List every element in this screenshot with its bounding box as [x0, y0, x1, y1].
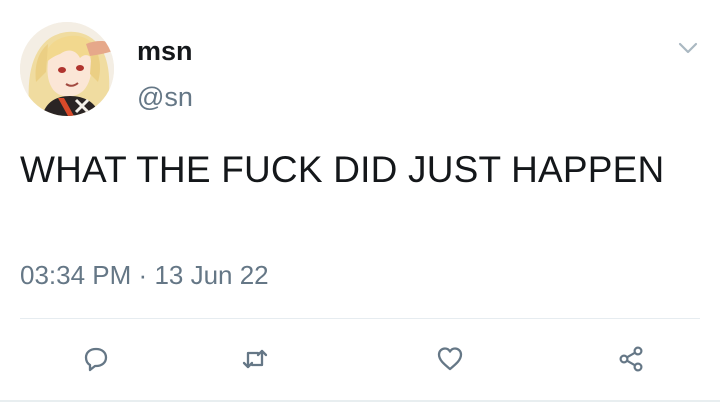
meta-separator: · — [138, 260, 148, 290]
chevron-down-icon[interactable] — [674, 34, 702, 62]
reply-icon — [81, 344, 111, 374]
like-button[interactable] — [427, 336, 473, 382]
tweet-actions-bar — [0, 336, 720, 382]
heart-icon — [435, 344, 465, 374]
share-button[interactable] — [608, 336, 654, 382]
bottom-divider — [0, 400, 720, 402]
tweet-card: msn @sn WHAT THE FUCK DID JUST HAPPEN 03… — [0, 0, 720, 412]
avatar-image — [20, 22, 114, 116]
share-icon — [616, 344, 646, 374]
tweet-time: 03:34 PM — [20, 260, 132, 290]
tweet-text: WHAT THE FUCK DID JUST HAPPEN — [20, 149, 665, 190]
tweet-timestamp[interactable]: 03:34 PM · 13 Jun 22 — [20, 260, 269, 290]
tweet-date: 13 Jun 22 — [154, 260, 269, 290]
retweet-icon — [240, 344, 270, 374]
divider — [20, 318, 700, 319]
avatar[interactable] — [20, 22, 114, 116]
user-handle[interactable]: @sn — [137, 82, 193, 112]
reply-button[interactable] — [73, 336, 119, 382]
display-name[interactable]: msn — [137, 36, 193, 66]
retweet-button[interactable] — [232, 336, 278, 382]
